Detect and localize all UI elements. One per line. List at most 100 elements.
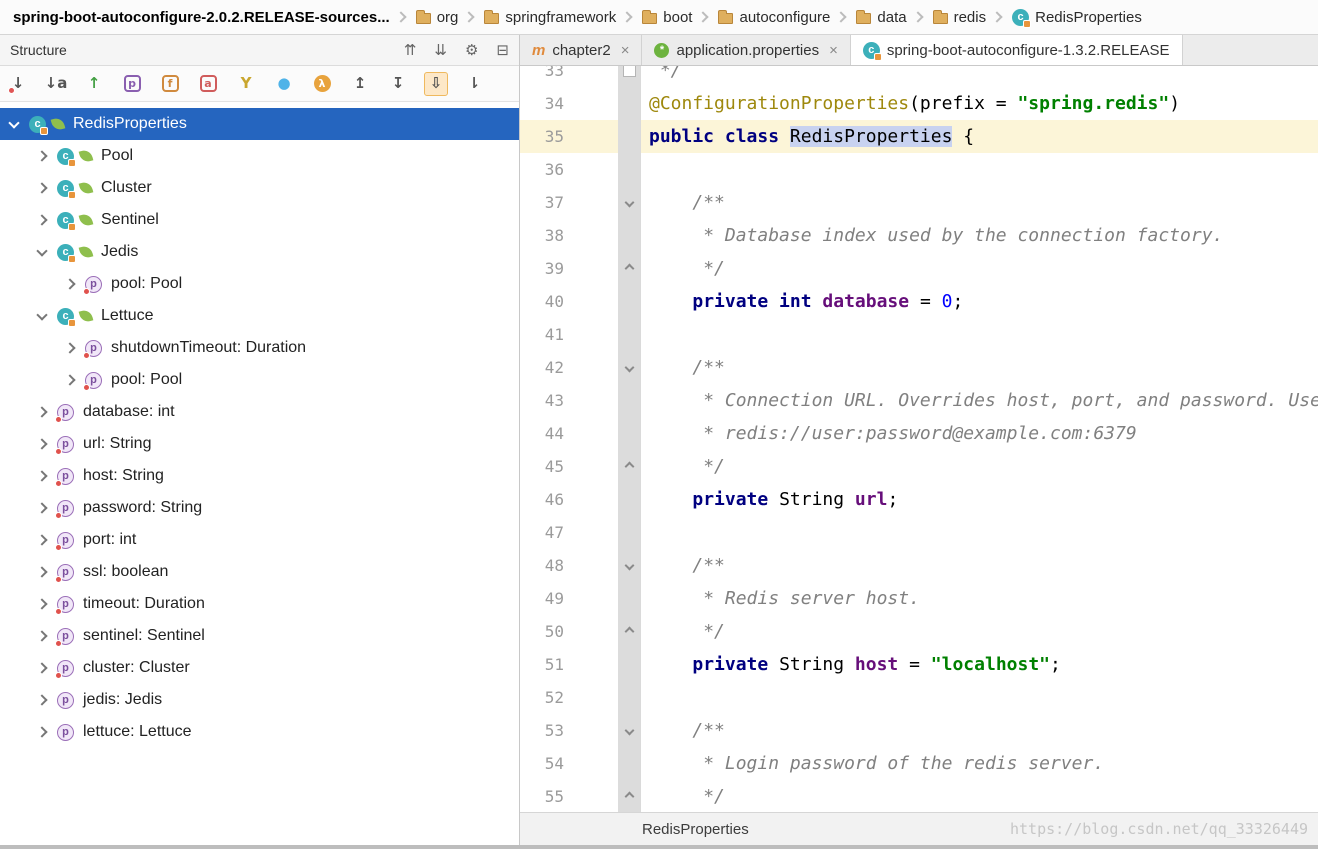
editor-tab[interactable]: mchapter2× xyxy=(520,35,642,65)
fold-marker-icon[interactable] xyxy=(624,363,634,373)
expand-all-icon[interactable]: ⇈ xyxy=(404,41,417,59)
breadcrumb-item[interactable]: springframework xyxy=(481,9,619,26)
chevron-right-icon[interactable] xyxy=(36,406,47,417)
code-line[interactable]: 55 */ xyxy=(520,780,1318,812)
collapse-all-nodes-icon[interactable]: ↧ xyxy=(386,72,410,96)
editor-breadcrumb[interactable]: RedisProperties xyxy=(642,821,749,838)
tree-item[interactable]: pshutdownTimeout: Duration xyxy=(0,332,519,364)
tree-item[interactable]: cLettuce xyxy=(0,300,519,332)
tree-item[interactable]: ppool: Pool xyxy=(0,268,519,300)
code-line[interactable]: 40 private int database = 0; xyxy=(520,285,1318,318)
chevron-down-icon[interactable] xyxy=(8,117,19,128)
code-editor[interactable]: 33 */34@ConfigurationProperties(prefix =… xyxy=(520,66,1318,812)
code-line[interactable]: 34@ConfigurationProperties(prefix = "spr… xyxy=(520,87,1318,120)
chevron-right-icon[interactable] xyxy=(36,662,47,673)
autoscroll-to-source-icon[interactable]: ⇩ xyxy=(424,72,448,96)
show-fields-icon[interactable]: f xyxy=(158,72,182,96)
code-line[interactable]: 42 /** xyxy=(520,351,1318,384)
code-line[interactable]: 44 * redis://user:password@example.com:6… xyxy=(520,417,1318,450)
collapse-all-icon[interactable]: ⇊ xyxy=(434,41,447,59)
tree-item[interactable]: cSentinel xyxy=(0,204,519,236)
code-line[interactable]: 36 xyxy=(520,153,1318,186)
chevron-right-icon[interactable] xyxy=(36,502,47,513)
show-inherited-icon[interactable]: ↑ xyxy=(82,72,106,96)
group-by-defining-type-icon[interactable]: Y xyxy=(234,72,258,96)
autoscroll-from-source-icon[interactable]: ⇂ xyxy=(462,72,486,96)
show-properties-icon[interactable]: p xyxy=(120,72,144,96)
hide-panel-icon[interactable]: ⊟ xyxy=(496,41,509,59)
code-line[interactable]: 37 /** xyxy=(520,186,1318,219)
show-anonymous-classes-icon[interactable]: a xyxy=(196,72,220,96)
show-lambdas-icon[interactable]: λ xyxy=(310,72,334,96)
chevron-right-icon[interactable] xyxy=(36,182,47,193)
show-public-icon[interactable]: ● xyxy=(272,72,296,96)
chevron-down-icon[interactable] xyxy=(36,245,47,256)
tab-close-icon[interactable]: × xyxy=(621,42,630,59)
code-line[interactable]: 41 xyxy=(520,318,1318,351)
code-line[interactable]: 51 private String host = "localhost"; xyxy=(520,648,1318,681)
tab-close-icon[interactable]: × xyxy=(829,42,838,59)
tree-item[interactable]: psentinel: Sentinel xyxy=(0,620,519,652)
tree-item[interactable]: cPool xyxy=(0,140,519,172)
tree-item[interactable]: ppassword: String xyxy=(0,492,519,524)
breadcrumb-item[interactable]: redis xyxy=(930,9,990,26)
code-line[interactable]: 39 */ xyxy=(520,252,1318,285)
code-line[interactable]: 47 xyxy=(520,516,1318,549)
tree-item[interactable]: cCluster xyxy=(0,172,519,204)
fold-marker-icon[interactable] xyxy=(624,726,634,736)
tree-item[interactable]: ptimeout: Duration xyxy=(0,588,519,620)
sort-by-visibility-icon[interactable]: ↓ xyxy=(6,72,30,96)
code-line[interactable]: 50 */ xyxy=(520,615,1318,648)
chevron-right-icon[interactable] xyxy=(36,726,47,737)
breadcrumb-item[interactable]: org xyxy=(413,9,462,26)
tree-item[interactable]: pdatabase: int xyxy=(0,396,519,428)
tree-item[interactable]: purl: String xyxy=(0,428,519,460)
breadcrumb-item[interactable]: spring-boot-autoconfigure-2.0.2.RELEASE-… xyxy=(10,9,393,26)
code-line[interactable]: 53 /** xyxy=(520,714,1318,747)
fold-marker-icon[interactable] xyxy=(624,462,634,472)
code-line[interactable]: 33 */ xyxy=(520,66,1318,87)
tree-item[interactable]: phost: String xyxy=(0,460,519,492)
tree-item[interactable]: pport: int xyxy=(0,524,519,556)
code-line[interactable]: 46 private String url; xyxy=(520,483,1318,516)
expand-all-nodes-icon[interactable]: ↥ xyxy=(348,72,372,96)
fold-marker-icon[interactable] xyxy=(624,264,634,274)
chevron-right-icon[interactable] xyxy=(64,342,75,353)
code-line[interactable]: 49 * Redis server host. xyxy=(520,582,1318,615)
code-line[interactable]: 43 * Connection URL. Overrides host, por… xyxy=(520,384,1318,417)
chevron-right-icon[interactable] xyxy=(36,214,47,225)
tree-item[interactable]: plettuce: Lettuce xyxy=(0,716,519,748)
fold-marker-icon[interactable] xyxy=(624,198,634,208)
sort-alphabetically-icon[interactable]: ↓a xyxy=(44,72,68,96)
tree-item[interactable]: cJedis xyxy=(0,236,519,268)
tree-item[interactable]: pjedis: Jedis xyxy=(0,684,519,716)
chevron-right-icon[interactable] xyxy=(64,278,75,289)
chevron-right-icon[interactable] xyxy=(36,694,47,705)
tree-item[interactable]: pssl: boolean xyxy=(0,556,519,588)
breadcrumb-item[interactable]: boot xyxy=(639,9,695,26)
code-line[interactable]: 45 */ xyxy=(520,450,1318,483)
editor-tab[interactable]: *application.properties× xyxy=(642,35,850,65)
chevron-right-icon[interactable] xyxy=(36,470,47,481)
chevron-right-icon[interactable] xyxy=(64,374,75,385)
code-line[interactable]: 48 /** xyxy=(520,549,1318,582)
editor-tab[interactable]: cspring-boot-autoconfigure-1.3.2.RELEASE xyxy=(851,35,1183,65)
settings-gear-icon[interactable]: ⚙ xyxy=(465,41,478,59)
breadcrumb-item[interactable]: data xyxy=(853,9,909,26)
breadcrumb-item[interactable]: autoconfigure xyxy=(715,9,833,26)
code-line[interactable]: 52 xyxy=(520,681,1318,714)
chevron-right-icon[interactable] xyxy=(36,534,47,545)
tree-item[interactable]: cRedisProperties xyxy=(0,108,519,140)
chevron-right-icon[interactable] xyxy=(36,566,47,577)
chevron-right-icon[interactable] xyxy=(36,438,47,449)
code-line[interactable]: 54 * Login password of the redis server. xyxy=(520,747,1318,780)
chevron-right-icon[interactable] xyxy=(36,598,47,609)
tree-item[interactable]: ppool: Pool xyxy=(0,364,519,396)
fold-marker-icon[interactable] xyxy=(624,627,634,637)
breadcrumb-item[interactable]: cRedisProperties xyxy=(1009,9,1145,26)
chevron-down-icon[interactable] xyxy=(36,309,47,320)
fold-marker-icon[interactable] xyxy=(624,792,634,802)
code-line[interactable]: 35public class RedisProperties { xyxy=(520,120,1318,153)
chevron-right-icon[interactable] xyxy=(36,630,47,641)
code-line[interactable]: 38 * Database index used by the connecti… xyxy=(520,219,1318,252)
